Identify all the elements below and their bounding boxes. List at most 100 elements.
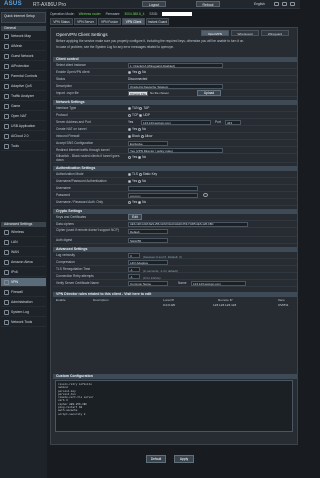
sidebar-item-aicloud-2-0[interactable]: AiCloud 2.0 <box>1 132 46 141</box>
sidebar-item-network-map[interactable]: Network Map <box>1 32 46 41</box>
sidebar-item-wan[interactable]: WAN <box>1 248 46 257</box>
killswitch-no-radio[interactable] <box>138 155 142 159</box>
authonly-no-radio[interactable] <box>138 200 142 204</box>
redirect-select[interactable]: Yes (VPN Director / policy rules) <box>128 148 223 153</box>
sidebar-item-icon <box>4 74 9 79</box>
instance-select[interactable]: 1: OracleCA (Wireguard disabled) <box>128 63 223 68</box>
sidebar-item-vpn[interactable]: VPN <box>1 278 46 287</box>
sidebar-item-ipv6[interactable]: IPv6 <box>1 268 46 277</box>
firewall-allow-radio[interactable] <box>140 134 144 138</box>
sidebar-item-aimesh[interactable]: AiMesh <box>1 42 46 51</box>
sidebar-item-icon <box>4 44 9 49</box>
description-input[interactable]: OracleCA Deutsche Telekom <box>128 84 223 89</box>
edit-keys-button[interactable]: Edit <box>128 214 142 220</box>
row-killswitch: Killswitch - Block routed clients if tun… <box>53 154 297 163</box>
port-input[interactable]: 443 <box>225 120 241 125</box>
sidebar-item-label: WAN <box>11 250 19 254</box>
mode-tls-radio[interactable] <box>128 172 131 176</box>
custom-config-textarea[interactable]: resolv-retry infinite nobind persist-key… <box>55 380 293 432</box>
sidebar-item-lan[interactable]: LAN <box>1 238 46 247</box>
sidebar-item-adaptive-qos[interactable]: Adaptive QoS <box>1 82 46 91</box>
authonly-yes-radio[interactable] <box>128 200 131 204</box>
sidebar-item-label: AiCloud 2.0 <box>11 134 29 138</box>
tab-vpn-server[interactable]: VPN Server <box>74 18 97 25</box>
sidebar-item-open-nat[interactable]: Open NAT <box>1 112 46 121</box>
subtab-openvpn[interactable]: OpenVPN <box>201 30 229 36</box>
userauth-no-radio[interactable] <box>138 179 142 183</box>
sidebar-item-wireless[interactable]: Wireless <box>1 228 46 237</box>
row-enable-client: Enable OpenVPN client Yes No <box>53 69 297 76</box>
app-icon[interactable] <box>290 2 295 6</box>
sidebar-item-icon <box>4 280 9 285</box>
ciphers-input[interactable]: AES-128-GCM:AES-256-GCM:CHACHA20-POLY130… <box>128 222 248 227</box>
tab-vpn-status[interactable]: VPN Status <box>50 18 73 25</box>
reboot-button[interactable]: Reboot <box>196 1 220 7</box>
nat-yes-radio[interactable] <box>128 127 131 131</box>
sidebar-item-network-tools[interactable]: Network Tools <box>1 318 46 327</box>
logout-button[interactable]: Logout <box>142 1 166 7</box>
sidebar-item-traffic-analyzer[interactable]: Traffic Analyzer <box>1 92 46 101</box>
row-dns: Accept DNS Configuration Exclusive <box>53 140 297 147</box>
row-username: Username <box>53 185 297 192</box>
sidebar-item-aiprotection[interactable]: AiProtection <box>1 62 46 71</box>
digest-select[interactable]: SHA256 <box>128 238 168 243</box>
legacy-cipher-select[interactable]: Default <box>128 229 168 234</box>
verify-select[interactable]: Common Name <box>128 281 168 286</box>
quick-setup-button[interactable]: Quick Internet Setup <box>1 12 46 23</box>
username-input[interactable] <box>128 186 198 191</box>
wifi-icon[interactable] <box>274 2 279 6</box>
sidebar-item-parental-controls[interactable]: Parental Controls <box>1 72 46 81</box>
default-button[interactable]: Default <box>146 455 166 463</box>
verify-name-input[interactable]: 123.123.testvpn.com <box>191 281 246 286</box>
usb-icon[interactable] <box>282 2 287 6</box>
killswitch-yes-radio[interactable] <box>128 155 131 159</box>
iface-tap-radio[interactable] <box>139 106 143 110</box>
sidebar-item-amazon-alexa[interactable]: Amazon Alexa <box>1 258 46 267</box>
apply-button[interactable]: Apply <box>174 455 194 463</box>
settings-panel: OpenVPN Client Settings OpenVPN WireGuar… <box>50 27 298 445</box>
iface-tun-radio[interactable] <box>128 106 131 110</box>
choose-file-button[interactable]: Choose File <box>128 91 148 96</box>
upload-button[interactable]: Upload <box>197 90 221 96</box>
sidebar-item-system-log[interactable]: System Log <box>1 308 46 317</box>
tab-vpn-client[interactable]: VPN Client <box>122 18 145 25</box>
firmware-link[interactable]: 3004.388.8_4 <box>124 12 144 16</box>
sidebar-item-label: Game <box>11 104 21 108</box>
dns-select[interactable]: Exclusive <box>128 141 168 146</box>
sidebar-item-icon <box>4 84 9 89</box>
sidebar-item-firewall[interactable]: Firewall <box>1 288 46 297</box>
sidebar-item-label: System Log <box>11 310 29 314</box>
sidebar-item-game[interactable]: Game <box>1 102 46 111</box>
subtab-wireguard[interactable]: WireGuard <box>231 30 259 36</box>
eye-icon[interactable] <box>203 193 208 197</box>
page-title: OpenVPN Client Settings <box>56 32 108 37</box>
enable-yes-radio[interactable] <box>128 70 131 74</box>
tab-vpn-fusion[interactable]: VPN Fusion <box>98 18 121 25</box>
general-heading: General <box>1 26 46 31</box>
proto-udp-radio[interactable] <box>139 113 143 117</box>
password-input[interactable]: •••••••••• <box>128 193 198 198</box>
language-select[interactable]: English <box>254 2 265 6</box>
sidebar-item-administration[interactable]: Administration <box>1 298 46 307</box>
mode-static-radio[interactable] <box>138 172 142 176</box>
sidebar-item-tools[interactable]: Tools <box>1 142 46 151</box>
retry-input[interactable]: -1 <box>128 274 140 279</box>
sidebar-item-label: LAN <box>11 240 18 244</box>
userauth-yes-radio[interactable] <box>128 179 131 183</box>
verbosity-input[interactable]: 3 <box>128 253 140 258</box>
firewall-block-radio[interactable] <box>128 134 131 138</box>
proto-tcp-radio[interactable] <box>128 113 131 117</box>
tab-instant-guard[interactable]: Instant Guard <box>146 18 169 25</box>
sidebar-item-usb-application[interactable]: USB Application <box>1 122 46 131</box>
reneg-input[interactable]: -1 <box>128 267 140 272</box>
subtab-wireguard-2[interactable]: Wireguard <box>261 30 289 36</box>
sidebar-item-guest-network[interactable]: Guest Network <box>1 52 46 61</box>
compression-select[interactable]: LZO Adaptive <box>128 260 168 265</box>
nat-no-radio[interactable] <box>138 127 142 131</box>
enable-no-radio[interactable] <box>138 70 142 74</box>
section-routes[interactable]: VPN Director rules related to this clien… <box>53 292 297 297</box>
server-address-input[interactable]: 123.123.testvpn.com <box>141 120 211 125</box>
op-mode-link[interactable]: Wireless router <box>79 12 101 16</box>
sidebar-item-icon <box>4 290 9 295</box>
sidebar-item-label: Network Tools <box>11 320 33 324</box>
